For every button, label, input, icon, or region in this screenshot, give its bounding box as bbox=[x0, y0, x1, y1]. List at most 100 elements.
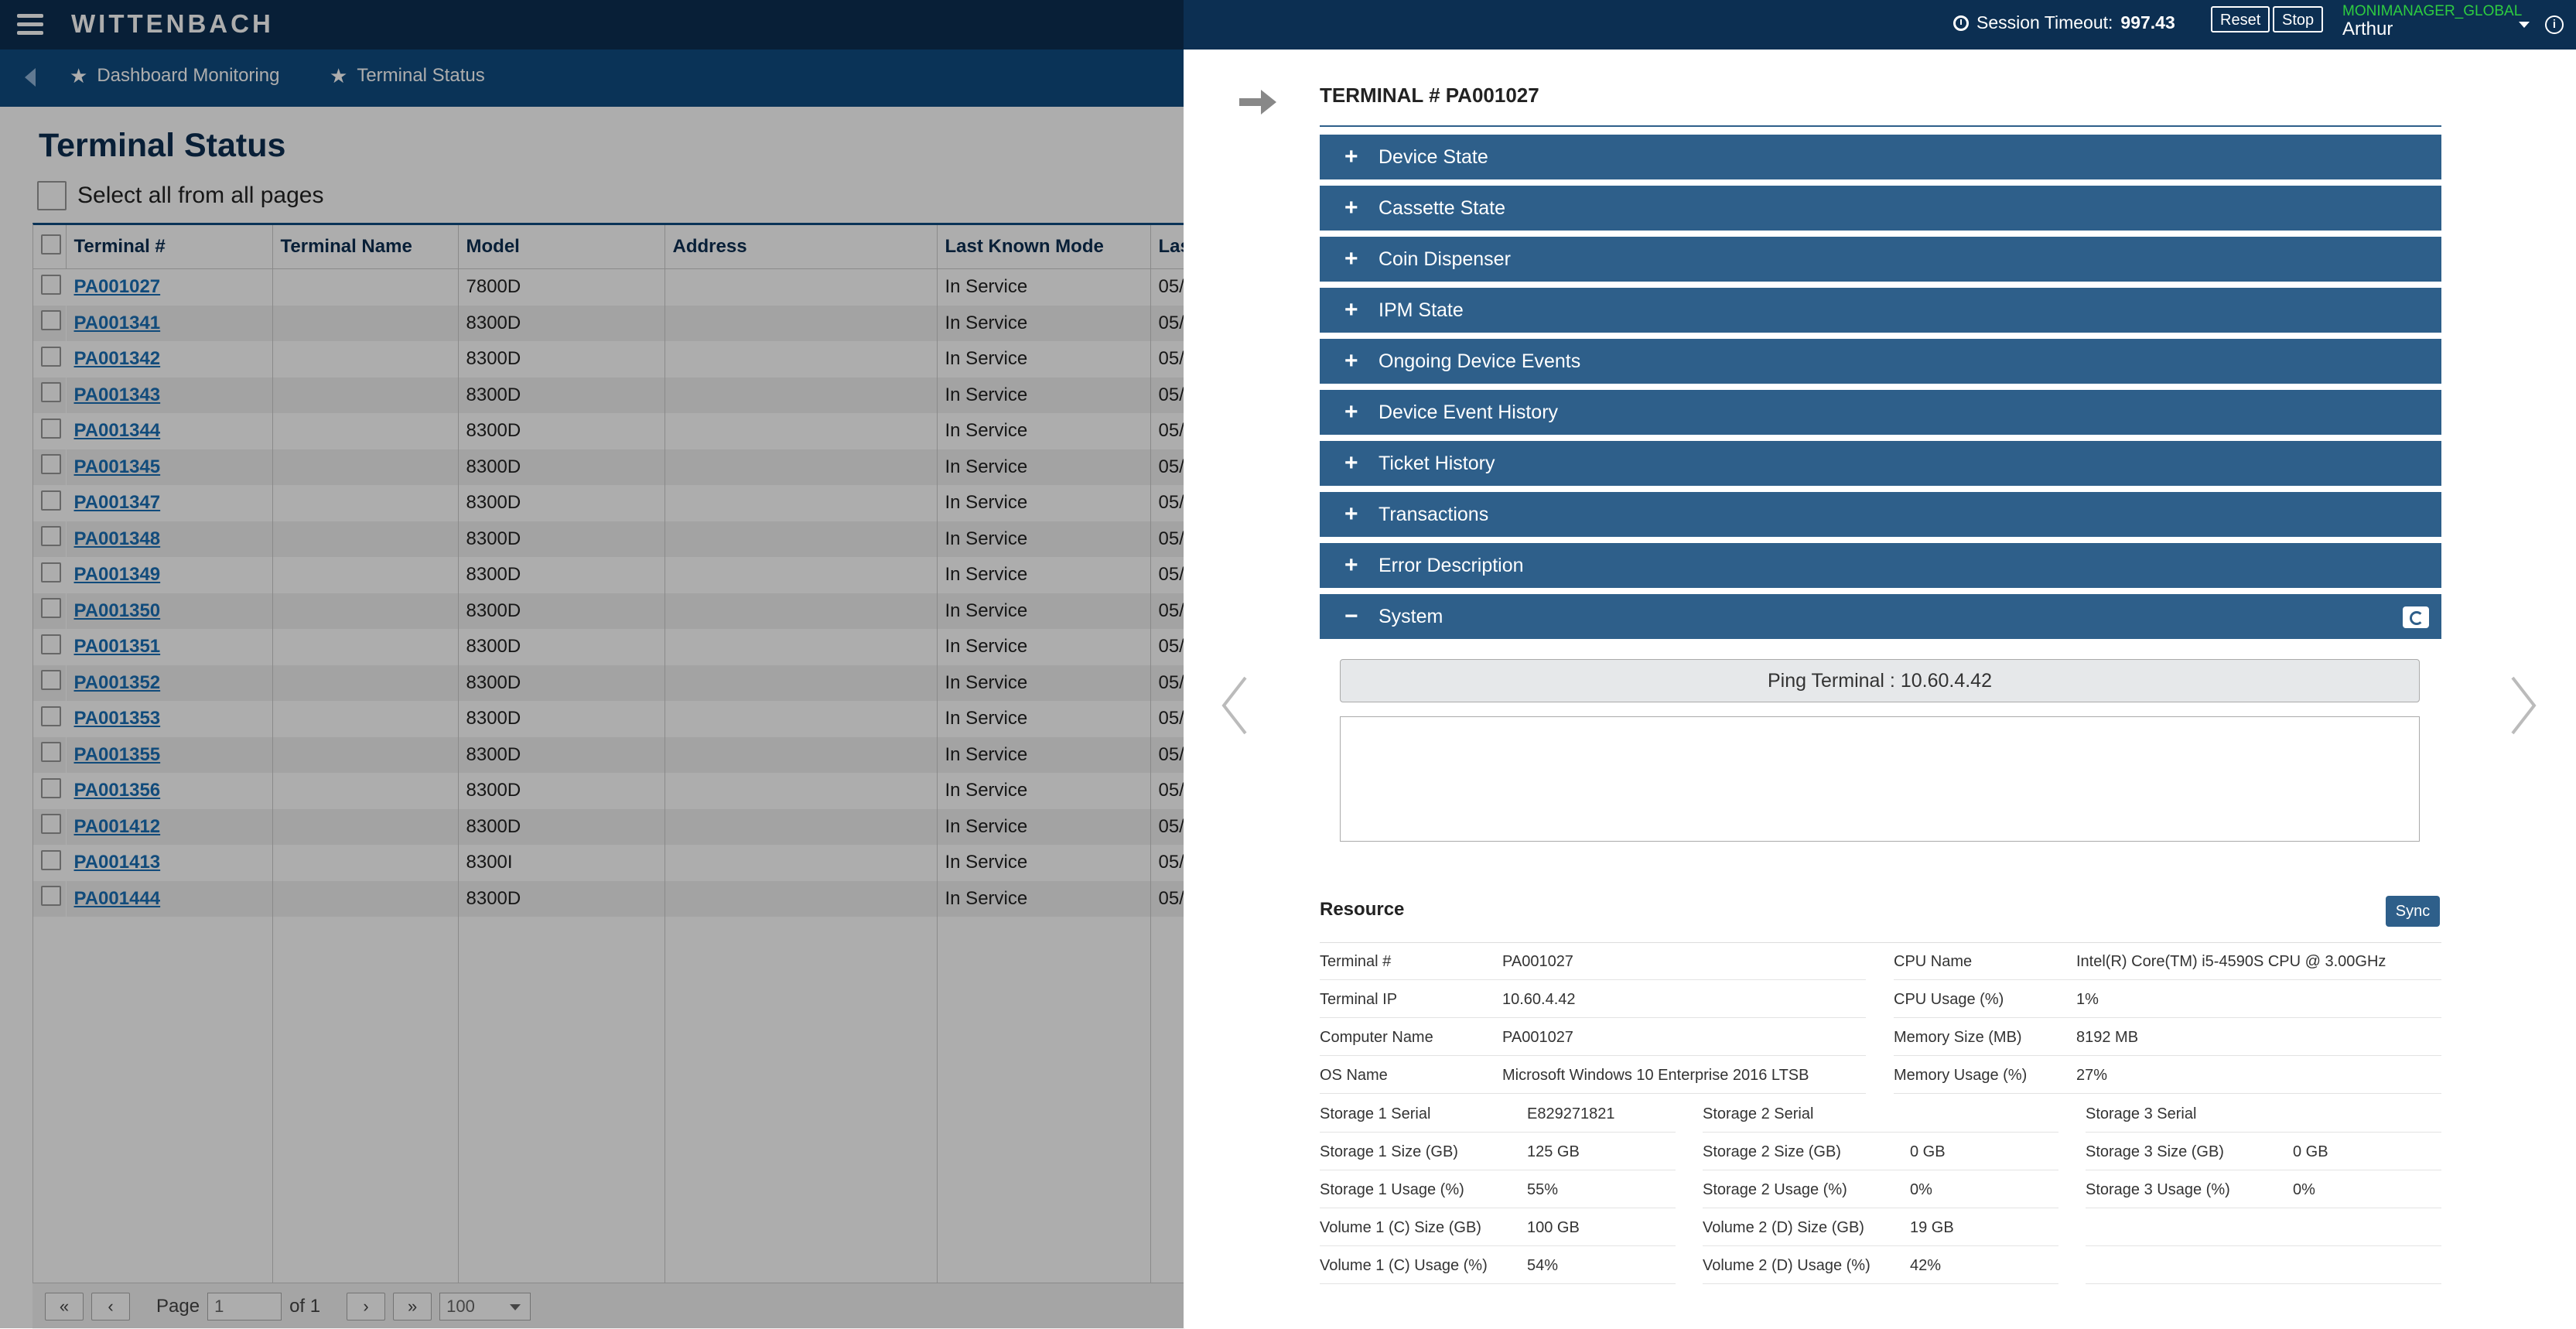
resource-row: Volume 1 (C) Usage (%) 54% bbox=[1320, 1247, 1676, 1284]
resource-key: Volume 2 (D) Size (GB) bbox=[1703, 1219, 1864, 1236]
resource-row: Storage 2 Serial bbox=[1703, 1095, 2058, 1133]
section-ipm-state[interactable]: + IPM State bbox=[1320, 288, 2441, 333]
resource-value: Intel(R) Core(TM) i5-4590S CPU @ 3.00GHz bbox=[2076, 953, 2386, 970]
panel-title: TERMINAL # PA001027 bbox=[1320, 84, 1539, 107]
resource-key: Storage 1 Serial bbox=[1320, 1105, 1431, 1122]
resource-key: Volume 1 (C) Size (GB) bbox=[1320, 1219, 1481, 1236]
resource-value: 42% bbox=[1910, 1257, 1942, 1274]
plus-icon: + bbox=[1344, 348, 1358, 374]
resource-key: Storage 1 Size (GB) bbox=[1320, 1143, 1458, 1160]
resource-key: Volume 2 (D) Usage (%) bbox=[1703, 1257, 1871, 1274]
plus-icon: + bbox=[1344, 450, 1358, 476]
resource-key: Storage 1 Usage (%) bbox=[1320, 1181, 1464, 1198]
resource-key: Memory Usage (%) bbox=[1894, 1067, 2028, 1084]
resource-row: Storage 3 Serial bbox=[2086, 1095, 2441, 1133]
resource-row: Storage 2 Size (GB) 0 GB bbox=[1703, 1133, 2058, 1170]
session-timeout: Session Timeout: 997.43 bbox=[1953, 12, 2175, 33]
resource-value: 100 GB bbox=[1527, 1219, 1580, 1236]
resource-value: Microsoft Windows 10 Enterprise 2016 LTS… bbox=[1502, 1067, 1809, 1084]
section-system[interactable]: − System bbox=[1320, 594, 2441, 639]
section-error-description[interactable]: + Error Description bbox=[1320, 543, 2441, 588]
resource-row: Storage 1 Size (GB) 125 GB bbox=[1320, 1133, 1676, 1170]
section-coin-dispenser[interactable]: + Coin Dispenser bbox=[1320, 237, 2441, 282]
resource-key: Storage 3 Size (GB) bbox=[2086, 1143, 2224, 1160]
resource-key: Storage 2 Size (GB) bbox=[1703, 1143, 1841, 1160]
close-panel-arrow-icon[interactable] bbox=[1238, 87, 1278, 118]
resource-value: 10.60.4.42 bbox=[1502, 991, 1576, 1008]
section-label: IPM State bbox=[1379, 299, 1464, 321]
resource-value: 1% bbox=[2076, 991, 2099, 1008]
resource-row: Storage 3 Usage (%) 0% bbox=[2086, 1171, 2441, 1208]
section-ticket-history[interactable]: + Ticket History bbox=[1320, 441, 2441, 486]
plus-icon: + bbox=[1344, 501, 1358, 527]
section-label: Ongoing Device Events bbox=[1379, 350, 1581, 372]
resource-row: Computer Name PA001027 bbox=[1320, 1019, 1866, 1056]
alarm-clock-icon bbox=[1953, 15, 1969, 31]
resource-row: Volume 1 (C) Size (GB) 100 GB bbox=[1320, 1209, 1676, 1246]
resource-row: CPU Usage (%) 1% bbox=[1894, 981, 2441, 1018]
resource-row bbox=[2086, 1247, 2441, 1284]
user-name[interactable]: Arthur bbox=[2342, 19, 2393, 40]
resource-key: Storage 2 Usage (%) bbox=[1703, 1181, 1847, 1198]
session-timeout-value: 997.43 bbox=[2120, 12, 2175, 32]
resource-key: Memory Size (MB) bbox=[1894, 1029, 2022, 1046]
stop-button[interactable]: Stop bbox=[2273, 6, 2324, 32]
resource-value: PA001027 bbox=[1502, 953, 1573, 970]
resource-value: PA001027 bbox=[1502, 1029, 1573, 1046]
caret-down-icon[interactable] bbox=[2519, 22, 2530, 28]
sync-button[interactable]: Sync bbox=[2386, 896, 2440, 927]
reset-button[interactable]: Reset bbox=[2211, 6, 2270, 32]
resource-value: 0% bbox=[2293, 1181, 2315, 1198]
resource-value: 19 GB bbox=[1910, 1219, 1954, 1236]
ping-terminal-button[interactable]: Ping Terminal : 10.60.4.42 bbox=[1340, 659, 2420, 702]
resource-row: Memory Usage (%) 27% bbox=[1894, 1057, 2441, 1094]
section-device-state[interactable]: + Device State bbox=[1320, 135, 2441, 179]
resource-value: 8192 MB bbox=[2076, 1029, 2139, 1046]
section-device-event-history[interactable]: + Device Event History bbox=[1320, 390, 2441, 435]
plus-icon: + bbox=[1344, 297, 1358, 323]
resource-row: CPU Name Intel(R) Core(TM) i5-4590S CPU @… bbox=[1894, 943, 2441, 980]
user-org[interactable]: MONIMANAGER_GLOBAL bbox=[2342, 3, 2522, 20]
resource-row: Storage 2 Usage (%) 0% bbox=[1703, 1171, 2058, 1208]
section-cassette-state[interactable]: + Cassette State bbox=[1320, 186, 2441, 231]
plus-icon: + bbox=[1344, 195, 1358, 220]
resource-row: Memory Size (MB) 8192 MB bbox=[1894, 1019, 2441, 1056]
terminal-detail-panel: TERMINAL # PA001027 + Device State + Casset… bbox=[1184, 50, 2576, 1328]
resource-key: Storage 2 Serial bbox=[1703, 1105, 1814, 1122]
plus-icon: + bbox=[1344, 246, 1358, 272]
section-label: Error Description bbox=[1379, 555, 1524, 576]
resource-row: Terminal # PA001027 bbox=[1320, 943, 1866, 980]
resource-key: Terminal IP bbox=[1320, 991, 1398, 1008]
resource-row: Volume 2 (D) Usage (%) 42% bbox=[1703, 1247, 2058, 1284]
refresh-icon[interactable] bbox=[2403, 606, 2429, 628]
resource-value: 0 GB bbox=[2293, 1143, 2328, 1160]
next-terminal-icon[interactable] bbox=[2508, 675, 2539, 736]
resource-value: 0% bbox=[1910, 1181, 1932, 1198]
resource-key: CPU Usage (%) bbox=[1894, 991, 2004, 1008]
section-label: Ticket History bbox=[1379, 453, 1495, 474]
section-label: Transactions bbox=[1379, 504, 1489, 525]
section-label: Cassette State bbox=[1379, 197, 1505, 219]
info-icon[interactable]: i bbox=[2545, 15, 2564, 34]
minus-icon: − bbox=[1344, 603, 1358, 629]
ping-output-area[interactable] bbox=[1340, 716, 2420, 842]
resource-value: E829271821 bbox=[1527, 1105, 1615, 1122]
resource-key: Computer Name bbox=[1320, 1029, 1433, 1046]
resource-key: Storage 3 Serial bbox=[2086, 1105, 2197, 1122]
section-label: Coin Dispenser bbox=[1379, 248, 1511, 270]
section-ongoing-device-events[interactable]: + Ongoing Device Events bbox=[1320, 339, 2441, 384]
previous-terminal-icon[interactable] bbox=[1219, 675, 1250, 736]
plus-icon: + bbox=[1344, 399, 1358, 425]
resource-row: Volume 2 (D) Size (GB) 19 GB bbox=[1703, 1209, 2058, 1246]
resource-row: Storage 3 Size (GB) 0 GB bbox=[2086, 1133, 2441, 1170]
resource-key: Terminal # bbox=[1320, 953, 1392, 970]
resource-title: Resource bbox=[1320, 899, 1405, 920]
section-label: System bbox=[1379, 606, 1443, 627]
resource-row: OS Name Microsoft Windows 10 Enterprise 2… bbox=[1320, 1057, 1866, 1094]
resource-value: 54% bbox=[1527, 1257, 1559, 1274]
resource-row: Storage 1 Serial E829271821 bbox=[1320, 1095, 1676, 1133]
resource-value: 0 GB bbox=[1910, 1143, 1946, 1160]
section-transactions[interactable]: + Transactions bbox=[1320, 492, 2441, 537]
resource-value: 27% bbox=[2076, 1067, 2108, 1084]
modal-overlay[interactable] bbox=[0, 0, 1184, 1328]
